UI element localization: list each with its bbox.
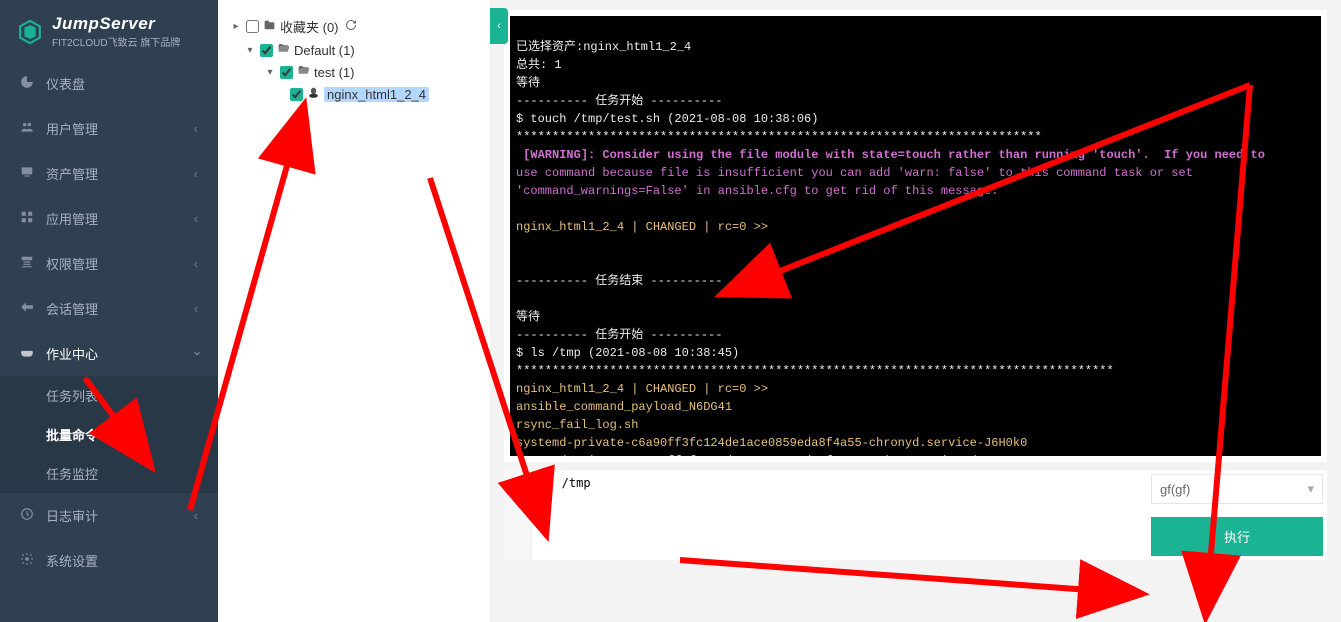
apps-icon [20, 210, 36, 227]
nav-users[interactable]: 用户管理 ‹ [0, 106, 218, 151]
chevron-left-icon: ‹ [194, 166, 198, 181]
chevron-down-icon: ▾ [1307, 481, 1314, 497]
folder-open-icon [277, 42, 291, 58]
sub-label: 批量命令 [46, 428, 98, 443]
tree-default[interactable]: ▾ Default (1) [228, 39, 480, 61]
chevron-left-icon: ‹ [194, 508, 198, 523]
tree-asset-nginx[interactable]: nginx_html1_2_4 [228, 83, 480, 105]
nav-perms[interactable]: 权限管理 ‹ [0, 241, 218, 286]
tree-checkbox[interactable] [246, 20, 259, 33]
nav-settings[interactable]: 系统设置 [0, 538, 218, 583]
command-input[interactable] [532, 470, 1147, 560]
nav-label: 权限管理 [46, 254, 98, 273]
audits-icon [20, 507, 36, 524]
nav-label: 系统设置 [46, 551, 98, 570]
perms-icon [20, 255, 36, 272]
asset-tree-panel: ‹ ▸ 收藏夹 (0) ▾ Default (1) ▾ [218, 0, 490, 622]
nav-sessions[interactable]: 会话管理 ‹ [0, 286, 218, 331]
nav-ops[interactable]: 作业中心 ‹ [0, 331, 218, 376]
nav-label: 作业中心 [46, 344, 98, 363]
nav-label: 仪表盘 [46, 74, 85, 93]
chevron-left-icon: ‹ [194, 256, 198, 271]
nav-label: 会话管理 [46, 299, 98, 318]
nav-assets[interactable]: 资产管理 ‹ [0, 151, 218, 196]
tree-label: nginx_html1_2_4 [324, 87, 429, 102]
tree-label: 收藏夹 (0) [280, 17, 339, 36]
sub-label: 任务列表 [46, 389, 98, 404]
tree-checkbox[interactable] [290, 88, 303, 101]
nav-apps[interactable]: 应用管理 ‹ [0, 196, 218, 241]
tree-test[interactable]: ▾ test (1) [228, 61, 480, 83]
sidebar: JumpServer FIT2CLOUD飞致云 旗下品牌 仪表盘 用户管理 ‹ [0, 0, 218, 622]
ops-icon [20, 345, 36, 362]
tree-caret-icon: ▾ [264, 67, 276, 78]
sub-label: 任务监控 [46, 467, 98, 482]
refresh-icon[interactable] [345, 19, 357, 34]
linux-icon [307, 86, 321, 102]
tree-checkbox[interactable] [260, 44, 273, 57]
chevron-left-icon: ‹ [194, 121, 198, 136]
nav-audits[interactable]: 日志审计 ‹ [0, 493, 218, 538]
brand-title: JumpServer [52, 14, 180, 34]
tree-checkbox[interactable] [280, 66, 293, 79]
folder-icon [263, 19, 277, 35]
runas-label: gf(gf) [1160, 482, 1190, 497]
command-editor: 1 gf(gf) ▾ 执行 [504, 470, 1327, 560]
main-content: 已选择资产:nginx_html1_2_4 总共: 1 等待 ---------… [490, 0, 1341, 622]
sessions-icon [20, 300, 36, 317]
line-gutter: 1 [504, 470, 532, 560]
execute-button[interactable]: 执行 [1151, 517, 1323, 556]
tree-label: test (1) [314, 65, 354, 80]
nav-label: 用户管理 [46, 119, 98, 138]
brand-subtitle: FIT2CLOUD飞致云 旗下品牌 [52, 34, 180, 49]
nav-label: 资产管理 [46, 164, 98, 183]
folder-open-icon [297, 64, 311, 80]
chevron-left-icon: ‹ [194, 301, 198, 316]
tree-caret-icon: ▸ [230, 21, 242, 32]
terminal-output[interactable]: 已选择资产:nginx_html1_2_4 总共: 1 等待 ---------… [510, 16, 1321, 456]
runas-select[interactable]: gf(gf) ▾ [1151, 474, 1323, 504]
dashboard-icon [20, 75, 36, 92]
nav-label: 日志审计 [46, 506, 98, 525]
tree-label: Default (1) [294, 43, 355, 58]
chevron-left-icon: ‹ [194, 211, 198, 226]
brand-logo-icon [16, 18, 44, 46]
brand: JumpServer FIT2CLOUD飞致云 旗下品牌 [0, 0, 218, 61]
sub-nav-tasks[interactable]: 任务列表 [0, 376, 218, 415]
assets-icon [20, 165, 36, 182]
nav-label: 应用管理 [46, 209, 98, 228]
nav-dashboard[interactable]: 仪表盘 [0, 61, 218, 106]
gear-icon [20, 552, 36, 569]
tree-caret-icon: ▾ [244, 45, 256, 56]
sub-nav-monitor[interactable]: 任务监控 [0, 454, 218, 493]
collapse-tree-button[interactable]: ‹ [490, 8, 508, 44]
users-icon [20, 120, 36, 137]
tree-favorites[interactable]: ▸ 收藏夹 (0) [228, 14, 480, 39]
sub-nav-bulk-command[interactable]: 批量命令 [0, 415, 218, 454]
chevron-down-icon: ‹ [188, 351, 203, 355]
